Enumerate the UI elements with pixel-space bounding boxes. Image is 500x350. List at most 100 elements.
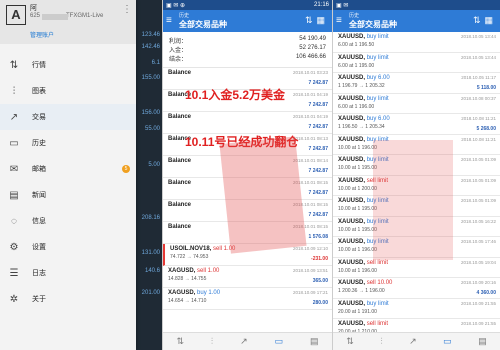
profit-amount: 5 118.00: [476, 85, 496, 91]
chart-icon[interactable]: ⫶: [380, 336, 382, 347]
unread-badge: 5: [122, 165, 130, 173]
symbol: XAUUSD,: [338, 75, 366, 81]
price-info: 14.828 → 14.755: [168, 276, 207, 282]
trade-type: buy limit: [366, 54, 389, 61]
timestamp: 2018.10.09 13:51: [292, 268, 328, 273]
summary-block: 利润： 54 190.49 入金： 52 276.17 结余： 106 466.66: [163, 32, 332, 68]
inbox-icon[interactable]: ▭: [275, 336, 284, 347]
history-row[interactable]: XAUUSD, buy limit 6.00 at 1 196.00 2018.10…: [333, 94, 500, 114]
menu-item-news[interactable]: ▤ 新闻: [0, 182, 136, 208]
summary-row: 结余： 106 466.66: [169, 54, 326, 63]
sort-icon[interactable]: ⇅: [305, 15, 317, 25]
menu-item-quotes[interactable]: ⇅ 行情: [0, 52, 136, 78]
news-icon[interactable]: ▤: [310, 336, 319, 347]
menu-item-label: 交易: [32, 114, 46, 121]
menu-item-label: 关于: [32, 296, 46, 303]
timestamp: 2018.10.09 21:55: [460, 300, 496, 306]
price-info: 6.00 at 1 196.50: [338, 42, 375, 48]
header-subtitle: 历史: [179, 13, 190, 19]
inbox-icon[interactable]: ▭: [443, 336, 452, 347]
swap-icon[interactable]: ⇅: [176, 336, 184, 347]
history-row[interactable]: Balance 2018.10.01 04:19 7 242.87: [163, 112, 332, 134]
menu-item-settings[interactable]: ⚙ 设置: [0, 234, 136, 260]
profit-amount: 5 268.00: [476, 126, 496, 132]
symbol: Balance: [168, 114, 192, 120]
timestamp: 2018.10.05 13:44: [460, 54, 496, 60]
profit-amount: 4 360.00: [476, 290, 496, 296]
timestamp: 2018.10.01 04:19: [292, 92, 328, 97]
timestamp: 2018.10.05 17:46: [460, 239, 496, 244]
app-header: ≡ 历史 全部交易品种 ⇅▦: [333, 10, 500, 32]
menu-icon[interactable]: ≡: [336, 15, 342, 26]
menu-item-messages[interactable]: ◌ 信息: [0, 208, 136, 234]
account-name: 阿: [30, 5, 37, 12]
menu-item-journal[interactable]: ☰ 日志: [0, 260, 136, 286]
history-row[interactable]: XAUUSD, sell limit 10.00 at 1 196.00 2018.…: [333, 258, 500, 278]
bottom-nav: ⇅ ⫶ ↗ ▭ ▤: [333, 332, 500, 350]
swap-icon[interactable]: ⇅: [346, 336, 354, 347]
calendar-icon[interactable]: ▦: [484, 15, 497, 25]
news-icon[interactable]: ▤: [478, 336, 487, 347]
trend-icon[interactable]: ↗: [240, 336, 248, 347]
inbox-icon: ▭: [9, 137, 19, 149]
timestamp: 2018.10.05 01:09: [460, 157, 496, 162]
gear-icon: ⚙: [9, 241, 19, 253]
menu-item-about[interactable]: ✲ 关于: [0, 286, 136, 312]
header-title[interactable]: 全部交易品种: [349, 19, 397, 30]
timestamp: 2018.10.05 01:09: [460, 198, 496, 203]
profit-amount: 365.00: [312, 278, 328, 284]
symbol: Balance: [168, 202, 192, 208]
menu-item-trade[interactable]: ↗ 交易: [0, 104, 136, 130]
menu-item-charts[interactable]: ⫶ 图表: [0, 78, 136, 104]
menu-icon[interactable]: ≡: [166, 15, 172, 26]
timestamp: 2018.10.08 00:37: [460, 95, 496, 101]
history-row[interactable]: XAGUSD, sell 1.00 14.828 → 14.755 2018.10.…: [163, 266, 332, 288]
history-row[interactable]: XAGUSD, buy 1.00 14.654 → 14.710 2018.10.0…: [163, 288, 332, 310]
history-row[interactable]: XAUUSD, buy limit 20.00 at 1 191.00 2018.1…: [333, 299, 500, 319]
symbol: XAGUSD,: [168, 268, 196, 274]
history-row[interactable]: XAUUSD, sell 10.00 1 200.36 → 1 196.00 201…: [333, 278, 500, 299]
price-info: 20.00 at 1 191.00: [338, 308, 377, 315]
symbol: XAUUSD,: [338, 259, 366, 266]
status-bar: ▣ ✉ ⊕ 21:16: [163, 0, 332, 10]
timestamp: 2018.10.01 04:19: [292, 114, 328, 119]
bg-number: 208.16: [141, 215, 160, 221]
symbol: XAUUSD,: [338, 321, 366, 327]
trade-type: sell 10.00: [366, 280, 393, 286]
orders-panel: ▣ ✉ ≡ 历史 全部交易品种 ⇅▦ XAUUSD, buy limit 6.00…: [332, 0, 500, 350]
bg-number: 142.46: [141, 44, 160, 50]
chart-icon[interactable]: ⫶: [211, 336, 213, 347]
timestamp: 2018.10.05 16:22: [460, 218, 496, 224]
swap-icon: ⇅: [9, 59, 19, 71]
menu-item-label: 行情: [32, 62, 46, 69]
trend-icon: ↗: [9, 111, 19, 123]
price-info: 10.00 at 1 196.00: [338, 267, 377, 274]
price-info: 6.00 at 1 196.00: [338, 103, 375, 110]
history-row[interactable]: XAUUSD, buy 6.00 1 196.50 → 1 205.34 2018.…: [333, 114, 500, 135]
more-vertical-icon[interactable]: ⋮: [122, 4, 132, 15]
history-row[interactable]: XAUUSD, buy limit 6.00 at 1 195.00 2018.10…: [333, 53, 500, 73]
symbol: XAUUSD,: [338, 239, 366, 245]
menu-item-mailbox[interactable]: ✉ 邮箱 5: [0, 156, 136, 182]
account-header[interactable]: A 阿 625 TFXGM1-Live 管理账户 ⋮: [0, 0, 136, 44]
price-info: 14.654 → 14.710: [168, 298, 207, 304]
status-bar: ▣ ✉: [333, 0, 500, 10]
calendar-icon[interactable]: ▦: [316, 15, 329, 25]
bg-number: 55.00: [144, 126, 160, 132]
manage-accounts-link[interactable]: 管理账户: [30, 30, 54, 39]
screenshot-collage: 123.46 142.46 6.1 155.00 156.00 55.00 5.…: [0, 0, 500, 350]
symbol: XAUUSD,: [338, 54, 366, 61]
menu-item-label: 历史: [32, 140, 46, 147]
symbol: Balance: [168, 158, 192, 164]
symbol: XAUUSD,: [338, 116, 366, 122]
sort-icon[interactable]: ⇅: [473, 15, 485, 25]
menu-item-history[interactable]: ▭ 历史: [0, 130, 136, 156]
menu-item-label: 邮箱: [32, 166, 46, 173]
trend-icon[interactable]: ↗: [409, 336, 417, 347]
bg-number: 155.00: [141, 75, 160, 81]
drawer-panel: 123.46 142.46 6.1 155.00 156.00 55.00 5.…: [0, 0, 162, 350]
history-row[interactable]: XAUUSD, buy limit 6.00 at 1 196.50 2018.10…: [333, 32, 500, 53]
history-row[interactable]: XAUUSD, buy 6.00 1 196.79 → 1 205.32 2018.…: [333, 73, 500, 94]
watermark-stamp: [219, 136, 307, 254]
header-title[interactable]: 全部交易品种: [179, 19, 227, 30]
